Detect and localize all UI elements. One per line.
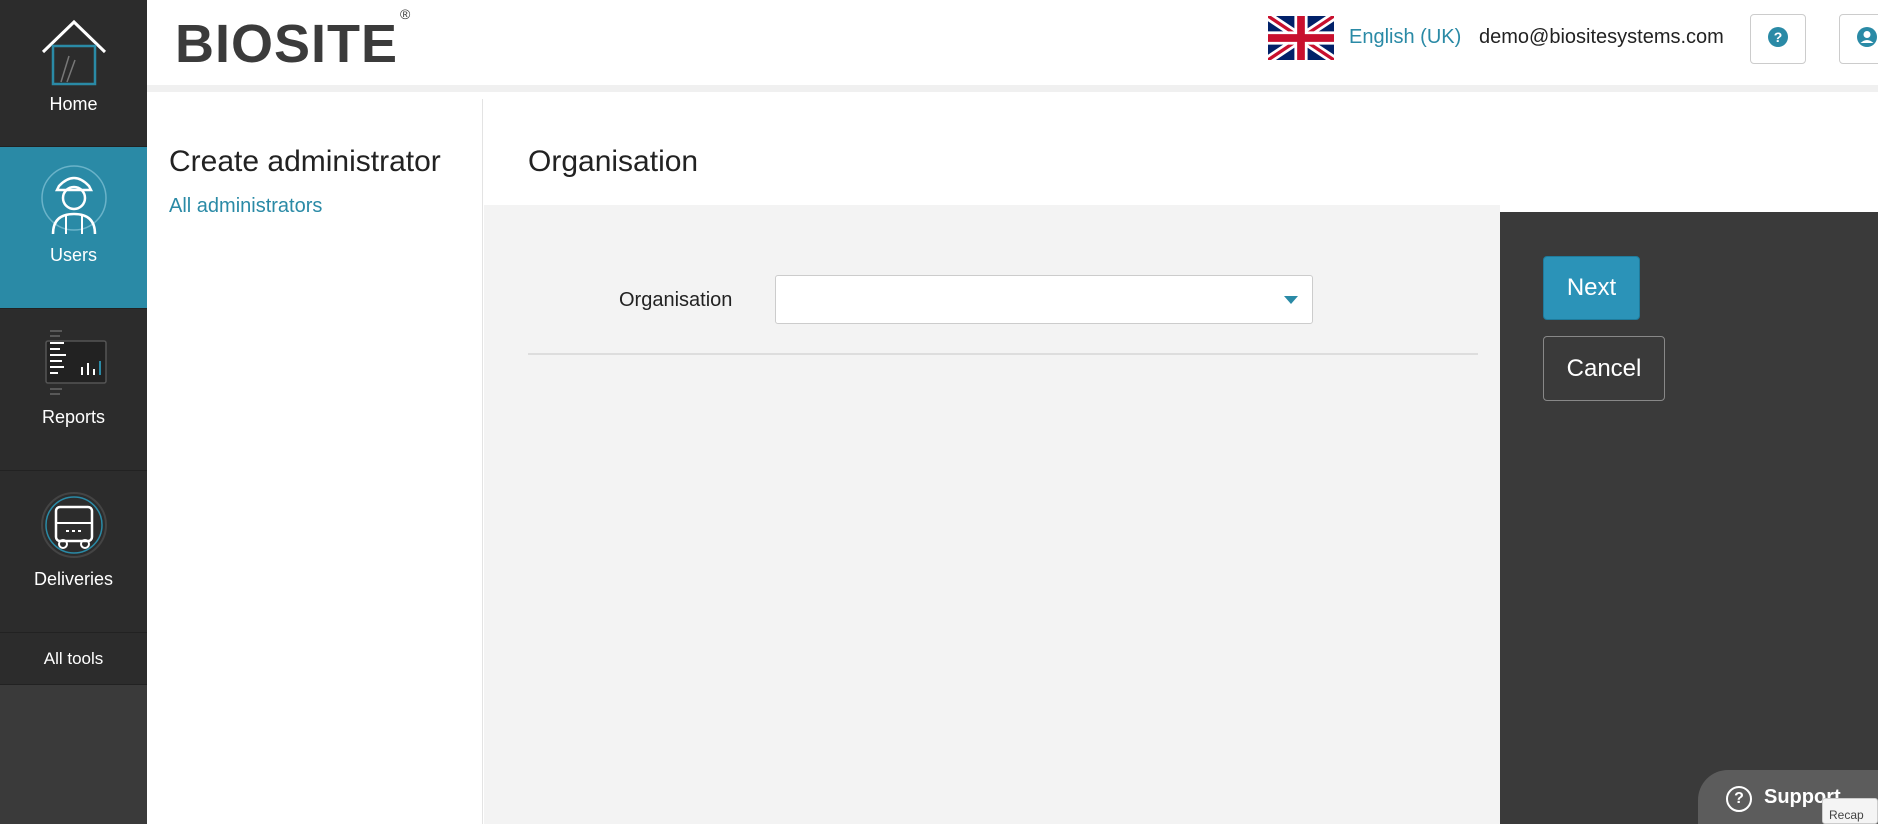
nav-item-users[interactable]: Users — [0, 147, 147, 309]
registered-mark: ® — [400, 6, 412, 22]
help-button[interactable]: ? — [1750, 14, 1806, 64]
nav-item-reports[interactable]: Reports — [0, 309, 147, 471]
nav-label-reports: Reports — [41, 407, 106, 427]
section-title: Organisation — [528, 145, 699, 178]
biosite-logo[interactable]: BIOSITE ® — [175, 6, 411, 71]
svg-text:?: ? — [1774, 29, 1783, 45]
truck-icon — [34, 485, 114, 565]
action-panel: Next Cancel — [1500, 212, 1878, 824]
section-header: Organisation — [484, 99, 1878, 205]
organisation-form: Organisation — [484, 205, 1500, 824]
nav-label-users: Users — [49, 245, 97, 265]
page-side-panel: Create administrator All administrators — [147, 99, 483, 824]
nav-item-deliveries[interactable]: Deliveries — [0, 471, 147, 633]
question-circle-icon: ? — [1726, 786, 1752, 812]
question-circle-icon: ? — [1767, 26, 1789, 53]
caret-down-icon — [1284, 296, 1298, 304]
user-circle-icon — [1856, 26, 1878, 53]
form-divider — [528, 353, 1478, 355]
nav-all-tools[interactable]: All tools — [0, 633, 147, 685]
uk-flag-icon[interactable] — [1265, 12, 1337, 64]
user-email: demo@biositesystems.com — [1479, 26, 1724, 48]
main-nav: Home Users Reports Deliveries All tools — [0, 0, 147, 824]
page-title: Create administrator — [169, 145, 441, 178]
top-header: BIOSITE ® English (UK) demo@biositesystem… — [147, 0, 1878, 92]
report-icon — [34, 323, 114, 403]
nav-item-home[interactable]: Home — [0, 0, 147, 147]
language-selector[interactable]: English (UK) — [1349, 26, 1461, 49]
organisation-label: Organisation — [619, 289, 733, 311]
worker-icon — [34, 161, 114, 241]
recaptcha-badge[interactable]: Recap — [1822, 798, 1878, 824]
organisation-select[interactable] — [775, 275, 1313, 324]
logo-text: BIOSITE — [175, 14, 399, 74]
next-button[interactable]: Next — [1543, 256, 1640, 320]
account-button[interactable] — [1839, 14, 1878, 64]
all-administrators-link[interactable]: All administrators — [169, 195, 322, 218]
nav-label-home: Home — [49, 94, 98, 114]
house-icon — [34, 14, 114, 90]
cancel-button[interactable]: Cancel — [1543, 336, 1665, 401]
nav-label-deliveries: Deliveries — [33, 569, 114, 589]
